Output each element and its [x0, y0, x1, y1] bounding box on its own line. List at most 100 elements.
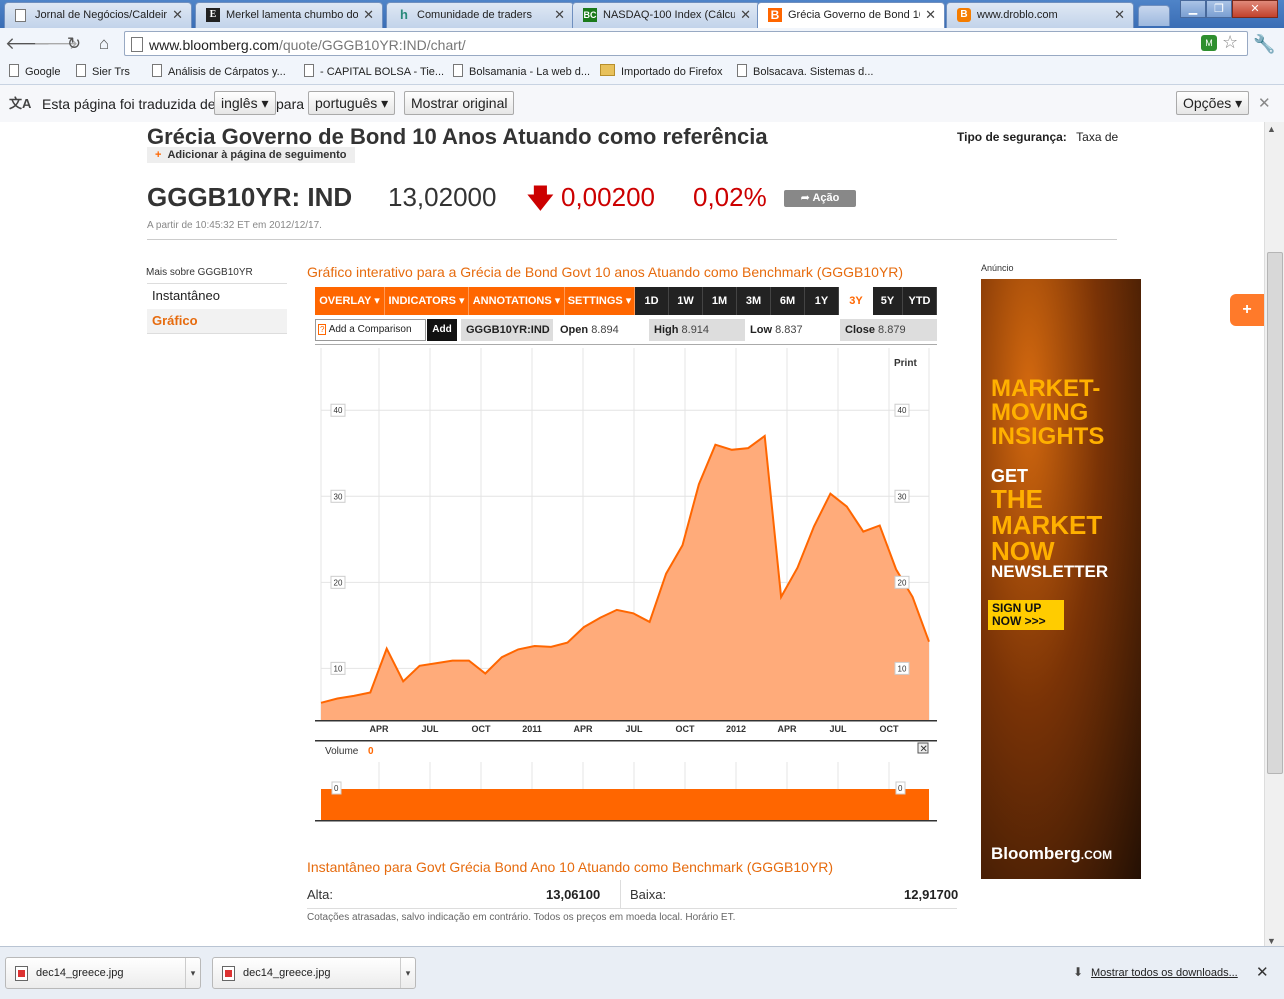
tab-strip: Jornal de Negócios/Caldeira ✕ E Merkel l…	[0, 0, 1284, 28]
tab-merkel[interactable]: E Merkel lamenta chumbo do l ✕	[195, 2, 383, 28]
download-menu-arrow-icon[interactable]: ▾	[185, 958, 200, 988]
close-downloads-icon[interactable]: ✕	[1256, 963, 1269, 981]
volume-axis-right-label: 0	[898, 784, 903, 793]
back-arrow-icon[interactable]: 🡐	[5, 32, 51, 56]
browser-toolbar: 🡐 🡒 ↻ ⌂ www.bloomberg.com/quote/GGGB10YR…	[0, 28, 1284, 60]
page-scrollbar[interactable]: ▲ ▼	[1264, 122, 1284, 952]
share-widget-icon[interactable]: +	[1230, 294, 1264, 326]
stat-low: Low 8.837	[745, 319, 839, 341]
follow-label: Adicionar à página de seguimento	[167, 149, 347, 161]
source-language-select[interactable]: inglês ▾	[214, 91, 276, 115]
extension-shield-icon[interactable]: M	[1201, 35, 1217, 51]
security-type: Tipo de segurança: Taxa de	[957, 130, 1118, 144]
wrench-menu-icon[interactable]: 🔧	[1253, 34, 1275, 55]
annotations-menu[interactable]: ANNOTATIONS ▾	[469, 287, 565, 315]
close-tab-icon[interactable]: ✕	[172, 7, 183, 23]
show-all-downloads-link[interactable]: Mostrar todos os downloads...	[1091, 967, 1238, 979]
ad-signup-button[interactable]: SIGN UP NOW >>>	[988, 600, 1064, 630]
snapshot-low-value: 12,91700	[904, 887, 959, 902]
range-6m[interactable]: 6M	[771, 287, 805, 315]
tab-droblo[interactable]: B www.droblo.com ✕	[946, 2, 1134, 28]
bookmark-sier[interactable]: Sier Trs	[76, 64, 130, 78]
forward-arrow-icon[interactable]: 🡒	[33, 32, 79, 56]
sidebar-item-instantaneo[interactable]: Instantâneo	[147, 283, 287, 310]
traders-logo-icon: h	[400, 7, 408, 22]
scroll-up-icon[interactable]: ▲	[1267, 124, 1276, 134]
download-menu-arrow-icon[interactable]: ▾	[400, 958, 415, 988]
range-1d[interactable]: 1D	[635, 287, 669, 315]
bookmark-capital-bolsa[interactable]: - CAPITAL BOLSA - Tie...	[304, 64, 444, 78]
reload-icon[interactable]: ↻	[62, 32, 86, 56]
tab-title: NASDAQ-100 Index (Cálcul	[603, 9, 735, 21]
range-ytd[interactable]: YTD	[903, 287, 937, 315]
snapshot-row: Alta: 13,06100 Baixa: 12,91700	[307, 880, 959, 909]
open-value: 8.894	[591, 324, 619, 336]
url-host: www.bloomberg.com	[149, 37, 279, 53]
range-1m[interactable]: 1M	[703, 287, 737, 315]
range-1w[interactable]: 1W	[669, 287, 703, 315]
settings-menu[interactable]: SETTINGS ▾	[565, 287, 635, 315]
indicators-menu[interactable]: INDICATORS ▾	[385, 287, 469, 315]
bookmark-bolsacava[interactable]: Bolsacava. Sistemas d...	[737, 64, 873, 78]
security-type-label: Tipo de segurança:	[957, 130, 1067, 144]
tab-comunidade[interactable]: h Comunidade de traders ✕	[386, 2, 574, 28]
ad-text-now: NOW	[991, 536, 1055, 566]
range-3m[interactable]: 3M	[737, 287, 771, 315]
chart-top-border	[315, 344, 937, 345]
bookmark-folder-firefox[interactable]: Importado do Firefox	[600, 64, 723, 78]
range-3y[interactable]: 3Y	[839, 287, 873, 315]
range-5y[interactable]: 5Y	[873, 287, 903, 315]
ad-banner[interactable]: MARKET- MOVING INSIGHTS GET THE MARKET N…	[981, 279, 1141, 879]
close-tab-icon[interactable]: ✕	[363, 7, 374, 23]
tab-jornal[interactable]: Jornal de Negócios/Caldeira ✕	[4, 2, 192, 28]
scroll-down-icon[interactable]: ▼	[1267, 936, 1276, 946]
action-button[interactable]: ➦ Ação	[784, 190, 856, 207]
tab-nasdaq[interactable]: BC NASDAQ-100 Index (Cálcul ✕	[572, 2, 760, 28]
range-1y[interactable]: 1Y	[805, 287, 839, 315]
bookmark-carpatos[interactable]: Análisis de Cárpatos y...	[152, 64, 286, 78]
close-value: 8.879	[878, 324, 906, 336]
bookmark-google[interactable]: Google	[9, 64, 60, 78]
close-label: Close	[845, 324, 875, 336]
download-item-1[interactable]: dec14_greece.jpg ▾	[5, 957, 201, 989]
stat-close: Close 8.879	[840, 319, 937, 341]
url-text: www.bloomberg.com/quote/GGGB10YR:IND/cha…	[149, 37, 466, 53]
price-chart[interactable]: 10 10 20 20 30 30 40 40 APR JUL OCT 2011 APR JUL OCT 2…	[307, 342, 947, 822]
folder-icon	[600, 64, 615, 76]
close-tab-icon[interactable]: ✕	[925, 7, 936, 23]
close-window-button[interactable]: ✕	[1232, 0, 1278, 18]
sidebar-item-grafico[interactable]: Gráfico	[147, 309, 287, 334]
star-bookmark-icon[interactable]: ☆	[1222, 32, 1238, 53]
snapshot-title: Instantâneo para Govt Grécia Bond Ano 10…	[307, 859, 834, 875]
ad-text-the: THE	[991, 484, 1043, 514]
volume-bars	[321, 789, 929, 820]
download-item-2[interactable]: dec14_greece.jpg ▾	[212, 957, 416, 989]
address-bar[interactable]: www.bloomberg.com/quote/GGGB10YR:IND/cha…	[124, 31, 1248, 56]
home-icon[interactable]: ⌂	[92, 32, 116, 56]
comparison-input[interactable]: ? Add a Comparison	[315, 319, 426, 341]
translate-options-button[interactable]: Opções ▾	[1176, 91, 1250, 115]
x-tick-label: APR	[369, 724, 389, 734]
follow-button[interactable]: + Adicionar à página de seguimento	[147, 147, 355, 163]
minimize-button[interactable]: ▁	[1180, 0, 1206, 18]
target-language-value: português	[315, 95, 378, 111]
page-icon	[304, 64, 314, 77]
y-tick-label: 20	[334, 578, 343, 587]
overlay-menu[interactable]: OVERLAY ▾	[315, 287, 385, 315]
bookmark-label: Sier Trs	[92, 66, 130, 78]
close-tab-icon[interactable]: ✕	[1114, 7, 1125, 23]
restore-button[interactable]: ❐	[1206, 0, 1232, 18]
close-tab-icon[interactable]: ✕	[554, 7, 565, 23]
target-language-select[interactable]: português ▾	[308, 91, 396, 115]
print-link[interactable]: Print	[894, 358, 917, 369]
close-translate-icon[interactable]: ✕	[1258, 94, 1271, 112]
price: 13,02000	[388, 182, 497, 212]
bookmark-bolsamania[interactable]: Bolsamania - La web d...	[453, 64, 590, 78]
add-comparison-button[interactable]: Add	[427, 319, 457, 341]
scroll-thumb[interactable]	[1267, 252, 1283, 774]
tab-grecia[interactable]: B Grécia Governo de Bond 10 ✕	[757, 2, 945, 28]
close-tab-icon[interactable]: ✕	[740, 7, 751, 23]
page-icon	[737, 64, 747, 77]
new-tab-button[interactable]	[1138, 5, 1170, 26]
show-original-button[interactable]: Mostrar original	[404, 91, 515, 115]
